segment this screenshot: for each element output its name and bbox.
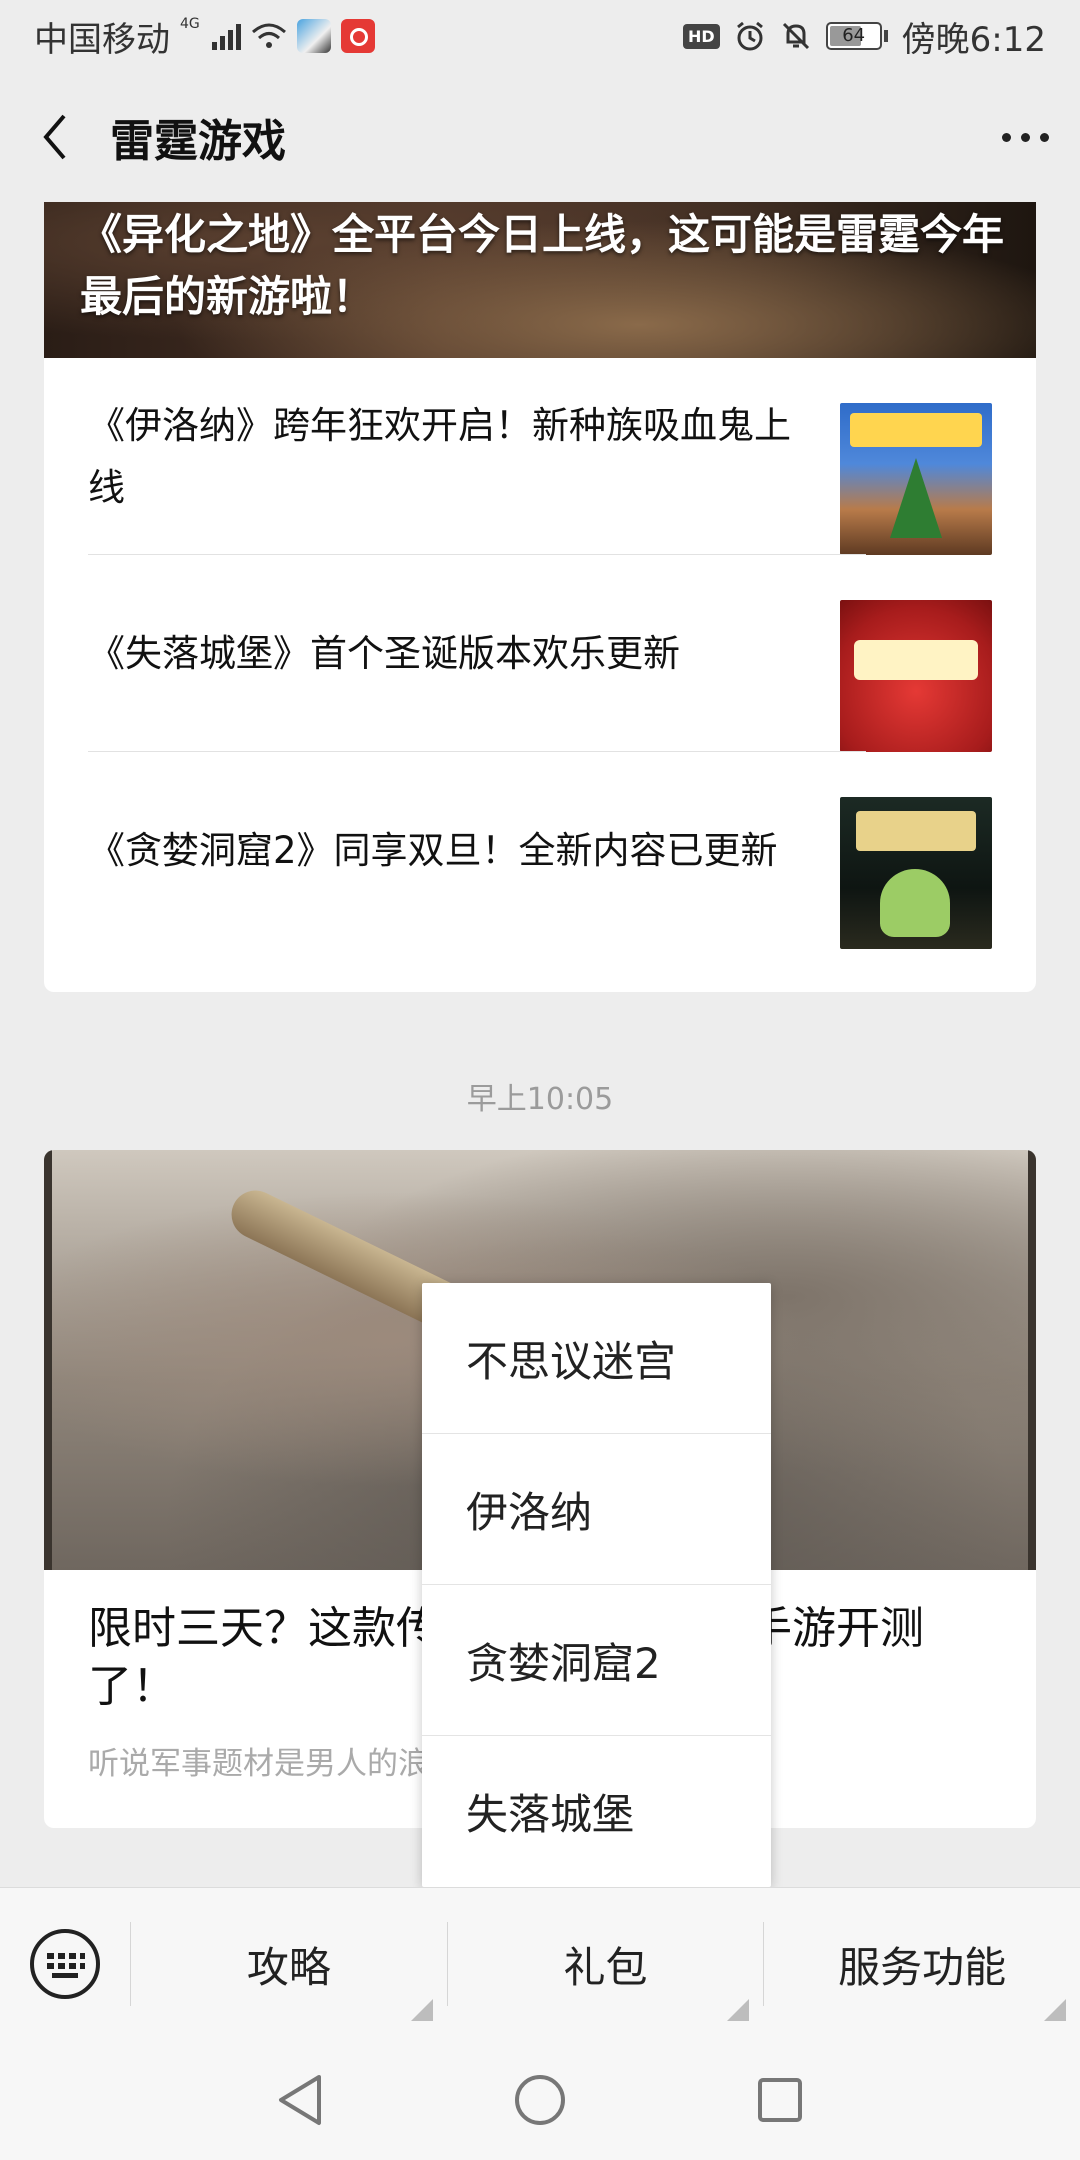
alarm-icon: [736, 21, 763, 51]
music-app-icon: [340, 19, 375, 53]
hd-icon: HD: [682, 23, 720, 49]
sub-article-item[interactable]: 《贪婪洞窟2》同享双旦！全新内容已更新: [44, 752, 1036, 949]
submenu-popup: 不思议迷宫 伊洛纳 贪婪洞窟2 失落城堡: [422, 1283, 771, 1887]
app-notification-icon: [296, 19, 331, 53]
wifi-icon: [251, 23, 286, 48]
sub-article-item[interactable]: 《伊洛纳》跨年狂欢开启！新种族吸血鬼上线: [44, 358, 1036, 555]
submenu-item[interactable]: 不思议迷宫: [422, 1283, 771, 1434]
hero-article-title: 《异化之地》全平台今日上线，这可能是雷霆今年最后的新游啦！: [80, 210, 1005, 321]
menu-tab-gifts[interactable]: 礼包: [448, 1888, 764, 2041]
page-title: 雷霆游戏: [110, 116, 286, 167]
mute-icon: [782, 22, 809, 50]
triangle-back-icon: [279, 2075, 321, 2125]
submenu-indicator-icon: [1044, 1998, 1067, 2021]
back-arrow-icon: [43, 114, 66, 160]
nav-home-button[interactable]: [500, 2060, 580, 2140]
more-dot-icon: [1039, 132, 1049, 142]
more-options-button[interactable]: [970, 72, 1080, 202]
keyboard-icon: [30, 1929, 100, 1999]
more-dot-icon: [1001, 132, 1011, 142]
sub-article-thumbnail: [840, 600, 992, 752]
menu-tab-label: 服务功能: [838, 1942, 1007, 1992]
hero-article[interactable]: 《异化之地》全平台今日上线，这可能是雷霆今年最后的新游啦！: [44, 202, 1036, 358]
clock: 傍晚6:12: [901, 19, 1046, 60]
message-timestamp: 早上10:05: [466, 1082, 614, 1117]
menu-tab-guides[interactable]: 攻略: [131, 1888, 447, 2041]
status-left: 中国移动 4G: [34, 12, 375, 61]
battery-icon: 64: [825, 22, 888, 50]
square-recents-icon: [758, 2078, 802, 2122]
menu-tab-label: 礼包: [563, 1942, 648, 1992]
submenu-item[interactable]: 贪婪洞窟2: [422, 1585, 771, 1736]
sub-article-thumbnail: [840, 797, 992, 949]
battery-level: 64: [842, 25, 866, 46]
status-right: HD 64 傍晚6:12: [682, 12, 1046, 61]
menu-tab-services[interactable]: 服务功能: [764, 1888, 1080, 2041]
article-group-card: 《异化之地》全平台今日上线，这可能是雷霆今年最后的新游啦！ 《伊洛纳》跨年狂欢开…: [44, 202, 1036, 992]
more-dot-icon: [1020, 132, 1030, 142]
sub-article-thumbnail: [840, 403, 992, 555]
submenu-indicator-icon: [410, 1998, 433, 2021]
circle-home-icon: [515, 2075, 565, 2125]
sub-article-title: 《贪婪洞窟2》同享双旦！全新内容已更新: [88, 828, 778, 872]
carrier-name: 中国移动: [34, 19, 170, 60]
sub-article-title: 《伊洛纳》跨年狂欢开启！新种族吸血鬼上线: [88, 403, 791, 509]
nav-recents-button[interactable]: [740, 2060, 820, 2140]
title-bar: 雷霆游戏: [0, 72, 1080, 202]
bottom-menu-bar: 攻略 礼包 服务功能: [0, 1887, 1080, 2040]
submenu-item[interactable]: 失落城堡: [422, 1736, 771, 1887]
system-navigation-bar: [0, 2040, 1080, 2160]
menu-tab-label: 攻略: [246, 1942, 331, 1992]
sub-article-title: 《失落城堡》首个圣诞版本欢乐更新: [88, 631, 680, 675]
submenu-item[interactable]: 伊洛纳: [422, 1434, 771, 1585]
status-bar: 中国移动 4G HD 64 傍晚6:12: [0, 0, 1080, 72]
nav-back-button[interactable]: [260, 2060, 340, 2140]
submenu-indicator-icon: [727, 1998, 750, 2021]
keyboard-toggle-button[interactable]: [0, 1888, 130, 2041]
network-type: 4G: [180, 16, 200, 32]
sub-article-item[interactable]: 《失落城堡》首个圣诞版本欢乐更新: [44, 555, 1036, 752]
back-button[interactable]: [0, 72, 110, 202]
signal-icon: [211, 22, 241, 50]
article-description: 听说军事题材是男人的浪漫: [88, 1746, 460, 1782]
